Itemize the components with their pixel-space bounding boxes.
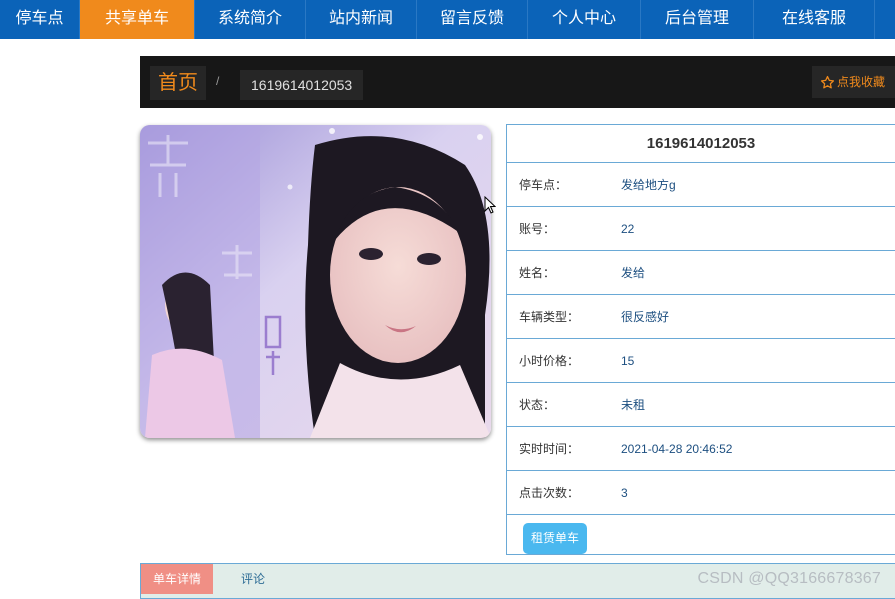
row-value: 很反感好 [621, 310, 670, 324]
detail-actions: 租赁单车 [507, 515, 895, 562]
row-label: 小时价格： [519, 354, 580, 368]
row-value: 发给地方g [621, 178, 676, 192]
nav-item-news[interactable]: 站内新闻 [306, 0, 417, 39]
row-value: 15 [621, 353, 635, 368]
nav-item-shared-bikes[interactable]: 共享单车 [80, 0, 195, 39]
favorite-label: 点我收藏 [836, 75, 885, 89]
detail-row-parking: 停车点： 发给地方g [507, 163, 895, 207]
row-value: 3 [621, 485, 628, 500]
top-nav: 停车点 共享单车 系统简介 站内新闻 留言反馈 个人中心 后台管理 在线客服 [0, 0, 895, 39]
detail-row-status: 状态： 未租 [507, 383, 895, 427]
nav-item-online-service[interactable]: 在线客服 [754, 0, 875, 39]
breadcrumb-current: 1619614012053 [240, 70, 364, 100]
row-value: 发给 [621, 266, 646, 280]
star-outline-icon [820, 75, 835, 90]
detail-title: 1619614012053 [507, 125, 895, 163]
nav-item-personal-center[interactable]: 个人中心 [528, 0, 641, 39]
watermark: CSDN @QQ3166678367 [697, 570, 881, 587]
nav-item-feedback[interactable]: 留言反馈 [417, 0, 528, 39]
rent-bike-button[interactable]: 租赁单车 [523, 523, 588, 554]
bike-photo [140, 125, 491, 438]
favorite-button[interactable]: 点我收藏 [811, 66, 895, 98]
row-label: 点击次数： [519, 486, 580, 500]
detail-row-account: 账号： 22 [507, 207, 895, 251]
nav-item-parking[interactable]: 停车点 [0, 0, 80, 39]
tab-comments[interactable]: 评论 [241, 564, 265, 594]
row-label: 姓名： [519, 266, 556, 280]
detail-row-hourly-price: 小时价格： 15 [507, 339, 895, 383]
breadcrumb: 首页 / 1619614012053 点我收藏 [140, 56, 895, 108]
row-label: 车辆类型： [519, 310, 580, 324]
row-label: 实时时间： [519, 442, 580, 456]
breadcrumb-separator: / [216, 74, 220, 88]
bike-detail-panel: 1619614012053 停车点： 发给地方g 账号： 22 姓名： 发给 车… [506, 124, 895, 555]
nav-item-admin[interactable]: 后台管理 [641, 0, 754, 39]
row-value: 2021-04-28 20:46:52 [621, 441, 733, 456]
mouse-cursor-icon [484, 195, 497, 219]
tab-bike-details[interactable]: 单车详情 [141, 564, 213, 594]
breadcrumb-home-link[interactable]: 首页 [150, 66, 206, 100]
row-label: 账号： [519, 222, 556, 236]
row-value: 22 [621, 221, 635, 236]
nav-item-system-intro[interactable]: 系统简介 [195, 0, 306, 39]
row-label: 状态： [519, 398, 556, 412]
row-label: 停车点： [519, 178, 568, 192]
detail-row-vehicle-type: 车辆类型： 很反感好 [507, 295, 895, 339]
detail-row-name: 姓名： 发给 [507, 251, 895, 295]
row-value: 未租 [621, 398, 646, 412]
detail-row-click-count: 点击次数： 3 [507, 471, 895, 515]
detail-row-time: 实时时间： 2021-04-28 20:46:52 [507, 427, 895, 471]
